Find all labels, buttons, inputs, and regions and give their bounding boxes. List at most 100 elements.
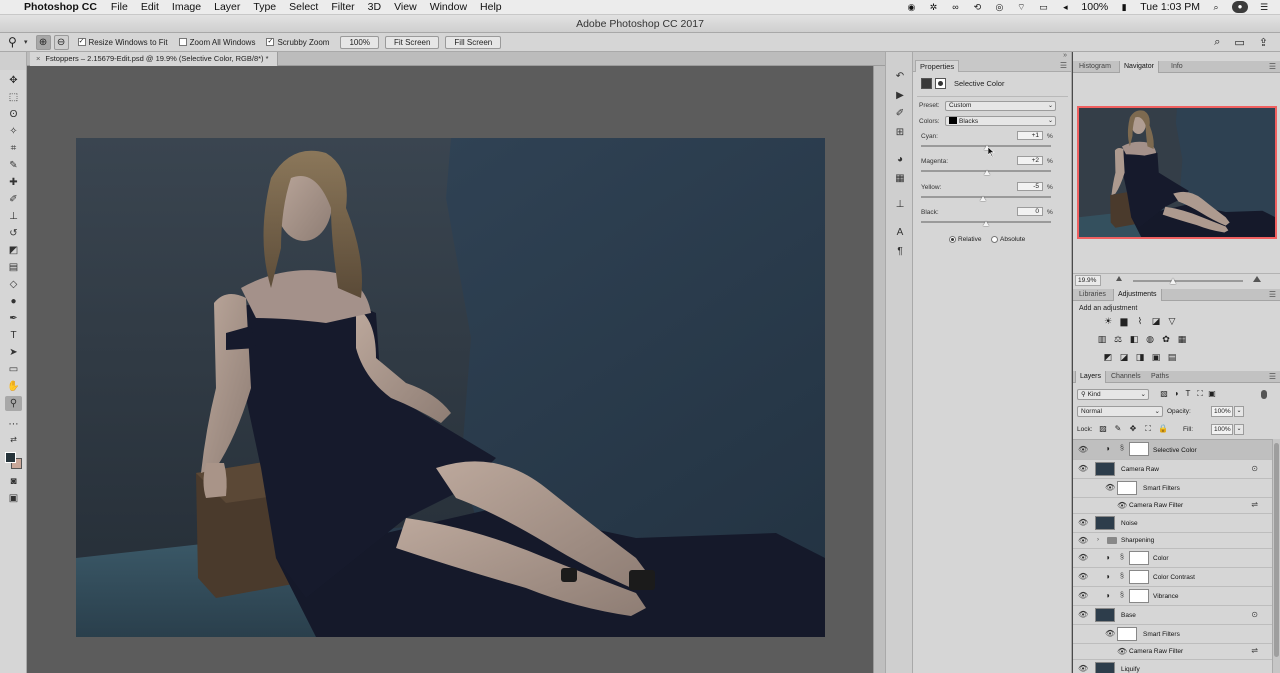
eye-icon[interactable]: 👁 <box>1078 445 1088 454</box>
magenta-slider-thumb[interactable] <box>984 170 991 175</box>
tab-navigator[interactable]: Navigator <box>1119 61 1159 73</box>
layer-row-camera-raw-filter[interactable]: 👁 Camera Raw Filter ⇌ <box>1073 498 1272 514</box>
swap-colors-icon[interactable]: ⇄ <box>5 432 22 447</box>
menu-window[interactable]: Window <box>430 1 467 13</box>
marquee-tool-icon[interactable]: ⬚ <box>5 90 22 105</box>
smart-object-filter-icon[interactable]: ▣ <box>1207 389 1217 399</box>
color-panel-icon[interactable]: ◕ <box>893 153 907 166</box>
layer-row-vibrance[interactable]: 👁 ◑ § Vibrance <box>1073 587 1272 606</box>
zoom-out-mountain-icon[interactable] <box>1116 276 1122 281</box>
menu-type[interactable]: Type <box>253 1 276 13</box>
zoom-level-input[interactable]: 19.9% <box>1075 275 1101 286</box>
screen-mode-icon[interactable]: ▣ <box>5 491 22 506</box>
eyedropper-tool-icon[interactable]: ✎ <box>5 158 22 173</box>
layer-thumbnail[interactable] <box>1095 516 1115 530</box>
filter-options-icon[interactable]: ⇌ <box>1251 646 1258 655</box>
menu-layer[interactable]: Layer <box>214 1 240 13</box>
scrubby-zoom-checkbox[interactable]: ✓ Scrubby Zoom <box>266 38 329 47</box>
zoom-in-button[interactable]: ⊕ <box>35 34 51 50</box>
colors-dropdown[interactable]: Blacks ⌄ <box>945 116 1056 126</box>
creative-cloud-icon[interactable]: ∞ <box>949 2 961 12</box>
zoom-all-windows-checkbox[interactable]: Zoom All Windows <box>178 38 255 47</box>
path-selection-tool-icon[interactable]: ➤ <box>5 345 22 360</box>
record-icon[interactable]: ◉ <box>905 2 917 12</box>
pixel-filter-icon[interactable]: ▧ <box>1159 389 1169 399</box>
eye-icon[interactable]: 👁 <box>1078 610 1088 619</box>
character-panel-icon[interactable]: A <box>893 226 907 239</box>
fill-dropdown[interactable]: ⌄ <box>1234 424 1244 435</box>
document-tab[interactable]: × Fstoppers – 2.15679-Edit.psd @ 19.9% (S… <box>30 52 278 66</box>
tab-layers[interactable]: Layers <box>1075 371 1107 383</box>
menu-file[interactable]: File <box>111 1 128 13</box>
history-brush-tool-icon[interactable]: ↺ <box>5 226 22 241</box>
zoom-tool-icon[interactable]: ⚲ <box>5 396 22 411</box>
zoom-in-mountain-icon[interactable] <box>1253 276 1261 282</box>
layer-thumbnail[interactable] <box>1095 462 1115 476</box>
layer-mask-thumbnail[interactable] <box>1129 570 1149 584</box>
tool-presets-icon[interactable]: ⊞ <box>893 126 907 139</box>
panel-menu-icon[interactable]: ☰ <box>1269 371 1276 383</box>
canvas-vertical-scrollbar[interactable] <box>873 66 885 673</box>
tab-histogram[interactable]: Histogram <box>1075 61 1115 73</box>
paragraph-panel-icon[interactable]: ¶ <box>893 245 907 258</box>
search-icon[interactable]: ⌕ <box>1210 2 1222 12</box>
tab-adjustments[interactable]: Adjustments <box>1113 289 1162 301</box>
tab-channels[interactable]: Channels <box>1107 371 1145 383</box>
menu-3d[interactable]: 3D <box>368 1 381 13</box>
adjustment-layer-icon[interactable] <box>921 78 932 89</box>
yellow-input[interactable]: -5 <box>1017 182 1043 191</box>
zoom-out-button[interactable]: ⊖ <box>53 34 69 50</box>
layer-row-selective-color[interactable]: 👁 ◑ § Selective Color <box>1073 440 1272 460</box>
zoom-slider-thumb[interactable] <box>1169 278 1176 284</box>
gradient-map-icon[interactable]: ▤ <box>1167 352 1177 362</box>
tool-preset-caret-icon[interactable]: ▾ <box>24 38 28 46</box>
search-icon[interactable]: ⌕ <box>1214 36 1220 49</box>
layer-row-color-contrast[interactable]: 👁 ◑ § Color Contrast <box>1073 568 1272 587</box>
eye-icon[interactable]: 👁 <box>1117 647 1127 656</box>
smart-filter-mask-thumbnail[interactable] <box>1117 481 1137 495</box>
chevron-right-icon[interactable]: › <box>1097 537 1099 543</box>
eye-icon[interactable]: 👁 <box>1078 553 1088 562</box>
absolute-radio[interactable]: Absolute <box>991 236 1025 243</box>
selective-color-icon[interactable]: ▣ <box>1151 352 1161 362</box>
lock-pixels-icon[interactable]: ✎ <box>1113 424 1123 434</box>
wifi-icon[interactable]: ⌔ <box>1015 2 1027 12</box>
vibrance-icon[interactable]: ▽ <box>1167 316 1177 326</box>
magenta-input[interactable]: +2 <box>1017 156 1043 165</box>
actions-panel-icon[interactable]: ▶ <box>893 89 907 102</box>
layer-row-color[interactable]: 👁 ◑ § Color <box>1073 549 1272 568</box>
smart-filter-mask-thumbnail[interactable] <box>1117 627 1137 641</box>
yellow-slider-thumb[interactable] <box>979 196 986 201</box>
opacity-dropdown[interactable]: ⌄ <box>1234 406 1244 417</box>
hue-saturation-icon[interactable]: ▥ <box>1097 334 1107 344</box>
clone-stamp-tool-icon[interactable]: ⊥ <box>5 209 22 224</box>
history-panel-icon[interactable]: ↶ <box>893 70 907 83</box>
fit-screen-button[interactable]: Fit Screen <box>384 35 440 49</box>
document-image[interactable] <box>76 138 825 637</box>
layer-row-smart-filters[interactable]: 👁 Smart Filters <box>1073 479 1272 498</box>
battery-icon[interactable]: ▮ <box>1118 2 1130 12</box>
zoom-slider-track[interactable] <box>1133 280 1243 282</box>
layer-thumbnail[interactable] <box>1095 608 1115 622</box>
relative-radio[interactable]: Relative <box>949 236 981 243</box>
chain-link-icon[interactable]: § <box>1120 573 1124 580</box>
channel-mixer-icon[interactable]: ✿ <box>1161 334 1171 344</box>
preset-dropdown[interactable]: Custom ⌄ <box>945 101 1056 111</box>
black-slider-thumb[interactable] <box>983 221 989 226</box>
panel-menu-icon[interactable]: ☰ <box>1060 61 1067 70</box>
pen-tool-icon[interactable]: ✒ <box>5 311 22 326</box>
gradient-tool-icon[interactable]: ▤ <box>5 260 22 275</box>
eye-icon[interactable]: 👁 <box>1078 536 1088 545</box>
layer-row-noise[interactable]: 👁 Noise <box>1073 514 1272 533</box>
shape-filter-icon[interactable]: ⛶ <box>1195 389 1205 399</box>
quick-mask-icon[interactable]: ◙ <box>5 474 22 489</box>
canvas-area[interactable] <box>27 66 873 673</box>
close-icon[interactable]: × <box>36 54 40 63</box>
layer-group-sharpening[interactable]: 👁 › Sharpening <box>1073 533 1272 549</box>
layers-scrollbar[interactable] <box>1272 439 1280 673</box>
panel-menu-icon[interactable]: ☰ <box>1269 61 1276 73</box>
scrollbar-thumb[interactable] <box>1274 443 1279 657</box>
filter-options-icon[interactable]: ⇌ <box>1251 500 1258 509</box>
resize-windows-checkbox[interactable]: ✓ Resize Windows to Fit <box>77 38 168 47</box>
foreground-color-swatch[interactable] <box>5 452 16 463</box>
